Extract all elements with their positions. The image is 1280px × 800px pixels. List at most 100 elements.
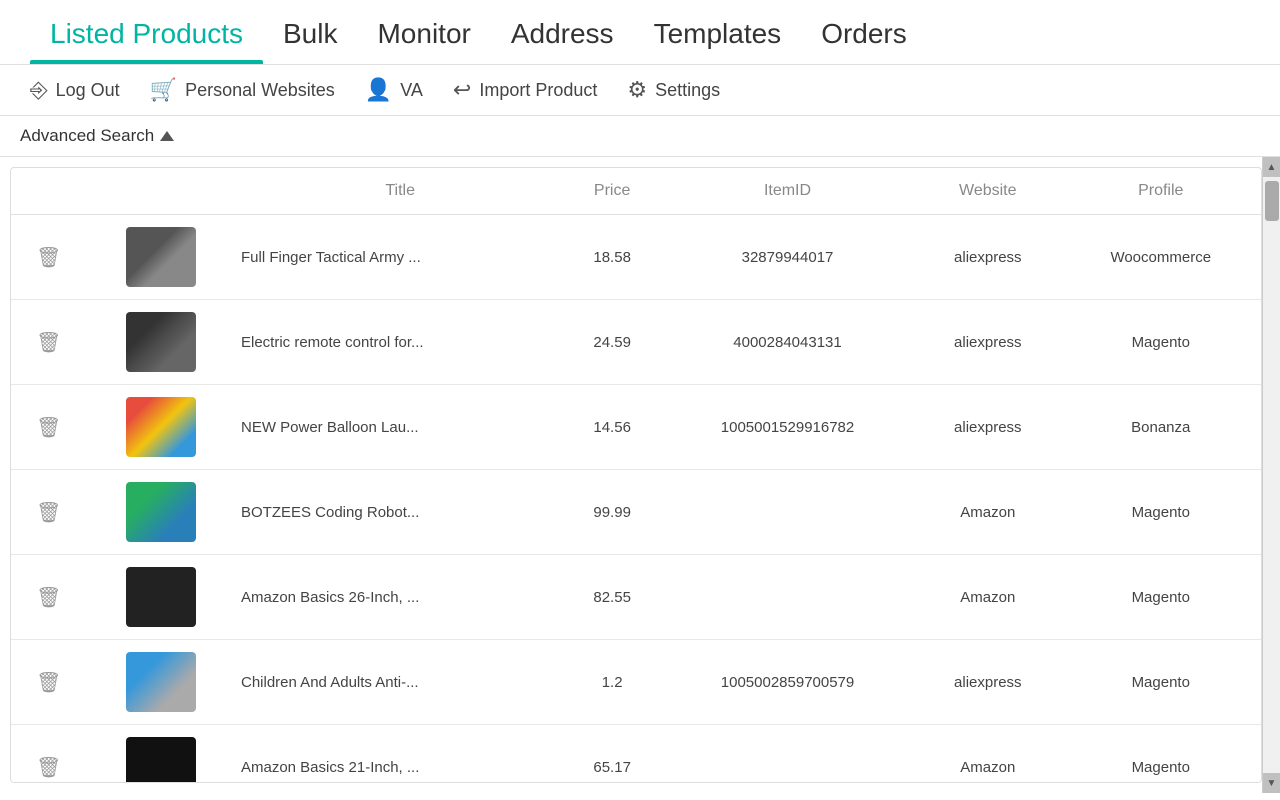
col-delete <box>11 168 86 215</box>
table-header-row: Title Price ItemID Website Profile <box>11 168 1261 215</box>
price-cell: 14.56 <box>564 385 660 470</box>
delete-icon[interactable]: 🗑 <box>36 415 61 440</box>
table-row: 🗑 BOTZEES Coding Robot... 99.99 Amazon M… <box>11 470 1261 555</box>
itemid-cell: 4000284043131 <box>660 300 915 385</box>
product-thumbnail <box>126 567 196 627</box>
col-itemid[interactable]: ItemID <box>660 168 915 215</box>
settings-button[interactable]: ⚙ Settings <box>627 77 720 103</box>
advanced-search-label: Advanced Search <box>20 126 154 146</box>
website-cell: aliexpress <box>915 385 1060 470</box>
table-row: 🗑 Amazon Basics 26-Inch, ... 82.55 Amazo… <box>11 555 1261 640</box>
nav-templates[interactable]: Templates <box>634 0 802 64</box>
profile-cell: Magento <box>1061 725 1261 784</box>
logout-label: Log Out <box>56 80 120 101</box>
website-cell: aliexpress <box>915 215 1060 300</box>
product-thumbnail <box>126 397 196 457</box>
delete-icon[interactable]: 🗑 <box>36 330 61 355</box>
itemid-cell: 1005001529916782 <box>660 385 915 470</box>
title-cell: Amazon Basics 26-Inch, ... <box>236 555 564 640</box>
main-content: Title Price ItemID Website Profile 🗑 Ful… <box>0 157 1280 793</box>
import-product-button[interactable]: ↩ Import Product <box>453 77 597 103</box>
product-thumbnail <box>126 737 196 783</box>
title-cell: Electric remote control for... <box>236 300 564 385</box>
cart-icon: 🛒 <box>150 77 177 103</box>
profile-cell: Bonanza <box>1061 385 1261 470</box>
delete-icon[interactable]: 🗑 <box>36 755 61 780</box>
profile-cell: Woocommerce <box>1061 215 1261 300</box>
col-website[interactable]: Website <box>915 168 1060 215</box>
delete-cell[interactable]: 🗑 <box>11 385 86 470</box>
itemid-cell <box>660 470 915 555</box>
delete-icon[interactable]: 🗑 <box>36 585 61 610</box>
product-thumbnail <box>126 312 196 372</box>
delete-cell[interactable]: 🗑 <box>11 725 86 784</box>
table-row: 🗑 Children And Adults Anti-... 1.2 10050… <box>11 640 1261 725</box>
profile-cell: Magento <box>1061 555 1261 640</box>
logout-button[interactable]: ⎆ Log Out <box>30 77 120 103</box>
toolbar: ⎆ Log Out 🛒 Personal Websites 👤 VA ↩ Imp… <box>0 65 1280 116</box>
price-cell: 18.58 <box>564 215 660 300</box>
nav-listed-products[interactable]: Listed Products <box>30 0 263 64</box>
personal-websites-button[interactable]: 🛒 Personal Websites <box>150 77 335 103</box>
scroll-thumb[interactable] <box>1265 181 1279 221</box>
va-icon: 👤 <box>365 77 392 103</box>
itemid-cell: 1005002859700579 <box>660 640 915 725</box>
scroll-down-arrow[interactable]: ▼ <box>1263 773 1280 793</box>
price-cell: 24.59 <box>564 300 660 385</box>
product-thumbnail <box>126 482 196 542</box>
nav-orders[interactable]: Orders <box>801 0 927 64</box>
scrollbar[interactable]: ▲ ▼ <box>1262 157 1280 793</box>
import-product-label: Import Product <box>479 80 597 101</box>
nav-bulk[interactable]: Bulk <box>263 0 357 64</box>
profile-cell: Magento <box>1061 470 1261 555</box>
delete-cell[interactable]: 🗑 <box>11 640 86 725</box>
va-button[interactable]: 👤 VA <box>365 77 423 103</box>
gear-icon: ⚙ <box>627 77 647 103</box>
nav-address[interactable]: Address <box>491 0 634 64</box>
price-cell: 82.55 <box>564 555 660 640</box>
delete-cell[interactable]: 🗑 <box>11 555 86 640</box>
website-cell: Amazon <box>915 555 1060 640</box>
image-cell <box>86 555 236 640</box>
col-profile[interactable]: Profile <box>1061 168 1261 215</box>
import-icon: ↩ <box>453 77 471 103</box>
title-cell: Amazon Basics 21-Inch, ... <box>236 725 564 784</box>
va-label: VA <box>400 80 423 101</box>
product-thumbnail <box>126 227 196 287</box>
delete-cell[interactable]: 🗑 <box>11 300 86 385</box>
col-title[interactable]: Title <box>236 168 564 215</box>
title-cell: Full Finger Tactical Army ... <box>236 215 564 300</box>
delete-icon[interactable]: 🗑 <box>36 500 61 525</box>
price-cell: 99.99 <box>564 470 660 555</box>
profile-cell: Magento <box>1061 300 1261 385</box>
product-table: Title Price ItemID Website Profile 🗑 Ful… <box>11 168 1261 783</box>
top-navigation: Listed Products Bulk Monitor Address Tem… <box>0 0 1280 65</box>
personal-websites-label: Personal Websites <box>185 80 335 101</box>
col-image <box>86 168 236 215</box>
profile-cell: Magento <box>1061 640 1261 725</box>
itemid-cell <box>660 725 915 784</box>
title-cell: NEW Power Balloon Lau... <box>236 385 564 470</box>
table-row: 🗑 Amazon Basics 21-Inch, ... 65.17 Amazo… <box>11 725 1261 784</box>
website-cell: Amazon <box>915 470 1060 555</box>
image-cell <box>86 640 236 725</box>
delete-icon[interactable]: 🗑 <box>36 670 61 695</box>
website-cell: aliexpress <box>915 300 1060 385</box>
nav-monitor[interactable]: Monitor <box>357 0 490 64</box>
table-row: 🗑 Electric remote control for... 24.59 4… <box>11 300 1261 385</box>
price-cell: 65.17 <box>564 725 660 784</box>
product-table-container[interactable]: Title Price ItemID Website Profile 🗑 Ful… <box>10 167 1262 783</box>
delete-cell[interactable]: 🗑 <box>11 470 86 555</box>
title-cell: BOTZEES Coding Robot... <box>236 470 564 555</box>
delete-icon[interactable]: 🗑 <box>36 245 61 270</box>
table-row: 🗑 Full Finger Tactical Army ... 18.58 32… <box>11 215 1261 300</box>
settings-label: Settings <box>655 80 720 101</box>
advanced-search-bar[interactable]: Advanced Search <box>0 116 1280 157</box>
itemid-cell: 32879944017 <box>660 215 915 300</box>
image-cell <box>86 725 236 784</box>
delete-cell[interactable]: 🗑 <box>11 215 86 300</box>
product-thumbnail <box>126 652 196 712</box>
scroll-up-arrow[interactable]: ▲ <box>1263 157 1280 177</box>
col-price[interactable]: Price <box>564 168 660 215</box>
table-row: 🗑 NEW Power Balloon Lau... 14.56 1005001… <box>11 385 1261 470</box>
